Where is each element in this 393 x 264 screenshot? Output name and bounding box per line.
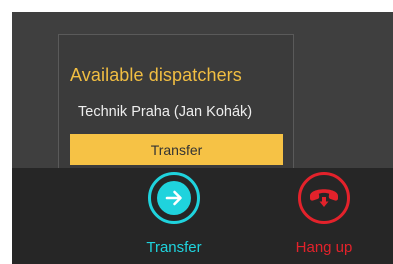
dispatchers-popup: Available dispatchers Technik Praha (Jan… xyxy=(58,34,294,168)
dispatcher-item[interactable]: Technik Praha (Jan Kohák) xyxy=(78,104,252,120)
transfer-action[interactable]: Transfer xyxy=(132,170,222,264)
hang-up-label: Hang up xyxy=(295,239,353,256)
transfer-circle[interactable] xyxy=(148,172,200,224)
hang-up-circle[interactable] xyxy=(298,172,350,224)
call-screen: Available dispatchers Technik Praha (Jan… xyxy=(12,12,393,264)
transfer-label: Transfer xyxy=(146,239,202,256)
popup-title: Available dispatchers xyxy=(70,65,242,85)
popup-transfer-button[interactable]: Transfer xyxy=(70,134,283,165)
arrow-right-icon xyxy=(157,181,191,215)
phone-hangup-icon xyxy=(307,181,341,216)
hang-up-action[interactable]: Hang up xyxy=(282,170,372,264)
